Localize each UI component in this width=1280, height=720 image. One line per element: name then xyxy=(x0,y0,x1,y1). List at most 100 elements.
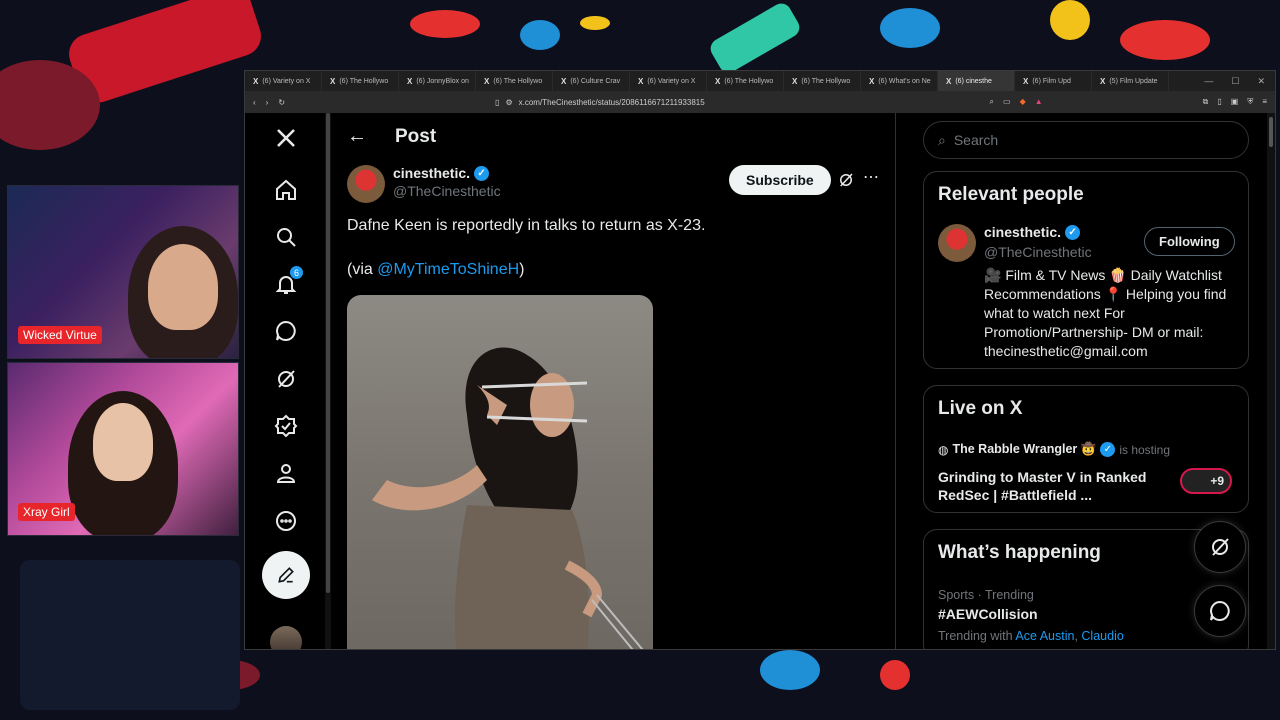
live-host[interactable]: ◍ The Rabble Wrangler 🤠 ✓ is hosting xyxy=(938,442,1170,457)
bookmark-icon[interactable]: ▯ xyxy=(495,98,499,107)
post-image[interactable] xyxy=(347,295,653,649)
via-mention-link[interactable]: @MyTimeToShineH xyxy=(377,261,519,278)
messages-icon[interactable] xyxy=(271,316,301,346)
trend-with: Trending with Ace Austin, Claudio xyxy=(938,629,1124,643)
messages-floating-button[interactable] xyxy=(1194,585,1246,637)
close-icon[interactable]: ✕ xyxy=(1257,76,1265,87)
reload-icon[interactable]: ↻ xyxy=(278,98,285,107)
host-suffix: is hosting xyxy=(1119,442,1171,457)
author-names: cinesthetic. ✓ @TheCinesthetic xyxy=(393,165,501,203)
x-favicon-icon: X xyxy=(561,76,567,86)
live-listeners[interactable]: +9 xyxy=(1180,468,1232,494)
tab-label: (6) Film Upd xyxy=(1032,77,1071,85)
browser-tab[interactable]: X (6) The Hollywo xyxy=(476,71,553,91)
minimize-icon[interactable]: — xyxy=(1204,76,1213,87)
author-name[interactable]: cinesthetic. xyxy=(393,165,470,181)
home-icon[interactable] xyxy=(271,175,301,205)
tab-label: (5) Film Update xyxy=(1109,77,1158,85)
browser-tab[interactable]: X (5) Film Update xyxy=(1092,71,1169,91)
live-stream-title[interactable]: Grinding to Master V in Ranked RedSec | … xyxy=(938,468,1168,504)
brave-shield-icon[interactable]: ◆ xyxy=(1020,97,1026,107)
back-nav-icon[interactable]: ‹ xyxy=(253,98,256,107)
relevant-handle[interactable]: @TheCinesthetic xyxy=(984,244,1092,260)
following-button[interactable]: Following xyxy=(1144,227,1235,256)
tab-label: (6) The Hollywo xyxy=(339,77,389,85)
notifications-icon[interactable]: 6 xyxy=(271,266,303,299)
account-avatar[interactable] xyxy=(270,626,302,649)
more-icon[interactable] xyxy=(271,506,301,536)
url-field[interactable]: ▯ ⚙ x.com/TheCinesthetic/status/20861166… xyxy=(495,98,705,107)
right-scrollbar[interactable] xyxy=(1267,113,1275,649)
back-arrow-icon[interactable]: ← xyxy=(347,125,367,148)
address-bar: ‹ › ↻ ▯ ⚙ x.com/TheCinesthetic/status/20… xyxy=(245,91,1275,113)
relevant-bio: 🎥 Film & TV News 🍿 Daily Watchlist Recom… xyxy=(984,267,1227,359)
grok-icon[interactable] xyxy=(837,171,855,189)
x-favicon-icon: X xyxy=(253,76,259,86)
browser-tab[interactable]: X (6) Film Upd xyxy=(1015,71,1092,91)
grok-icon xyxy=(1212,538,1229,556)
browser-tab[interactable]: X (6) The Hollywo xyxy=(707,71,784,91)
notification-badge: 6 xyxy=(290,266,303,279)
menu-icon[interactable]: ≡ xyxy=(1262,97,1267,107)
url-text[interactable]: x.com/TheCinesthetic/status/208611667121… xyxy=(519,98,705,107)
verified-badge-icon: ✓ xyxy=(1100,442,1116,457)
messages-icon xyxy=(1210,600,1230,621)
via-suffix: ) xyxy=(519,261,525,278)
post-via: (via @MyTimeToShineH) xyxy=(347,261,524,279)
tab-label: (6) What's on Ne xyxy=(878,77,931,85)
via-prefix: (via xyxy=(347,261,378,278)
search-icon: ⌕ xyxy=(938,131,946,148)
browser-tab[interactable]: X (6) Culture Crav xyxy=(553,71,630,91)
browser-tab[interactable]: X (6) cinesthe xyxy=(938,71,1015,91)
trend-link-1[interactable]: Ace Austin xyxy=(1015,629,1074,643)
author-handle[interactable]: @TheCinesthetic xyxy=(393,183,501,199)
more-options-icon[interactable]: ⋯ xyxy=(863,167,880,187)
search-icon[interactable] xyxy=(271,222,301,252)
trend-topic[interactable]: #AEWCollision xyxy=(938,606,1038,622)
streamer-face xyxy=(93,403,153,481)
subscribe-button[interactable]: Subscribe xyxy=(729,165,831,195)
left-scrollbar[interactable] xyxy=(325,113,331,649)
wallet-icon[interactable]: ▣ xyxy=(1231,97,1239,107)
zoom-icon[interactable]: ⌕ xyxy=(990,97,994,107)
relevant-avatar[interactable] xyxy=(938,224,976,262)
x-favicon-icon: X xyxy=(715,76,721,86)
grok-floating-button[interactable] xyxy=(1194,521,1246,573)
tab-label: (6) Variety on X xyxy=(262,77,311,85)
sidebar-icon[interactable]: ▯ xyxy=(1217,97,1221,107)
author-avatar[interactable] xyxy=(347,165,385,203)
cam-label: Xray Girl xyxy=(18,503,75,521)
compose-post-button[interactable] xyxy=(262,551,310,599)
browser-tab[interactable]: X (6) Variety on X xyxy=(245,71,322,91)
site-info-icon[interactable]: ⚙ xyxy=(505,98,512,107)
browser-tab[interactable]: X (6) What's on Ne xyxy=(861,71,938,91)
post-author[interactable]: cinesthetic. ✓ @TheCinesthetic xyxy=(347,165,501,203)
browser-tab[interactable]: X (6) JonnyBlox on xyxy=(399,71,476,91)
page-title: Post xyxy=(395,125,437,147)
cast-icon[interactable]: ▭ xyxy=(1003,97,1011,107)
browser-tab[interactable]: X (6) The Hollywo xyxy=(322,71,399,91)
cam-label: Wicked Virtue xyxy=(18,326,102,344)
grok-icon[interactable] xyxy=(271,364,301,394)
profile-icon[interactable] xyxy=(271,458,301,488)
left-nav: 6 xyxy=(245,113,325,649)
browser-tab[interactable]: X (6) Variety on X xyxy=(630,71,707,91)
host-name: The Rabble Wrangler 🤠 xyxy=(952,442,1097,456)
forward-nav-icon[interactable]: › xyxy=(266,98,269,107)
trend-meta: Sports · Trending xyxy=(938,588,1034,602)
tab-bar: X (6) Variety on X X (6) The Hollywo X (6) Jo… xyxy=(245,71,1275,91)
trend-with-prefix: Trending with xyxy=(938,629,1013,643)
webcam-wicked-virtue: Wicked Virtue xyxy=(7,185,239,359)
search-input[interactable]: ⌕ Search xyxy=(923,121,1249,159)
browser-tab[interactable]: X (6) The Hollywo xyxy=(784,71,861,91)
maximize-icon[interactable]: ☐ xyxy=(1231,76,1239,87)
rewards-icon[interactable]: ▲ xyxy=(1035,97,1043,107)
trend-link-2[interactable]: Claudio xyxy=(1081,629,1123,643)
extensions-icon[interactable]: ⧉ xyxy=(1203,97,1209,107)
vpn-icon[interactable]: ⛨ xyxy=(1247,97,1253,107)
relevant-name[interactable]: cinesthetic. xyxy=(984,224,1061,240)
premium-icon[interactable] xyxy=(271,411,301,441)
x-favicon-icon: X xyxy=(1100,76,1106,86)
x-favicon-icon: X xyxy=(1023,76,1029,86)
x-logo-icon[interactable] xyxy=(271,123,301,153)
